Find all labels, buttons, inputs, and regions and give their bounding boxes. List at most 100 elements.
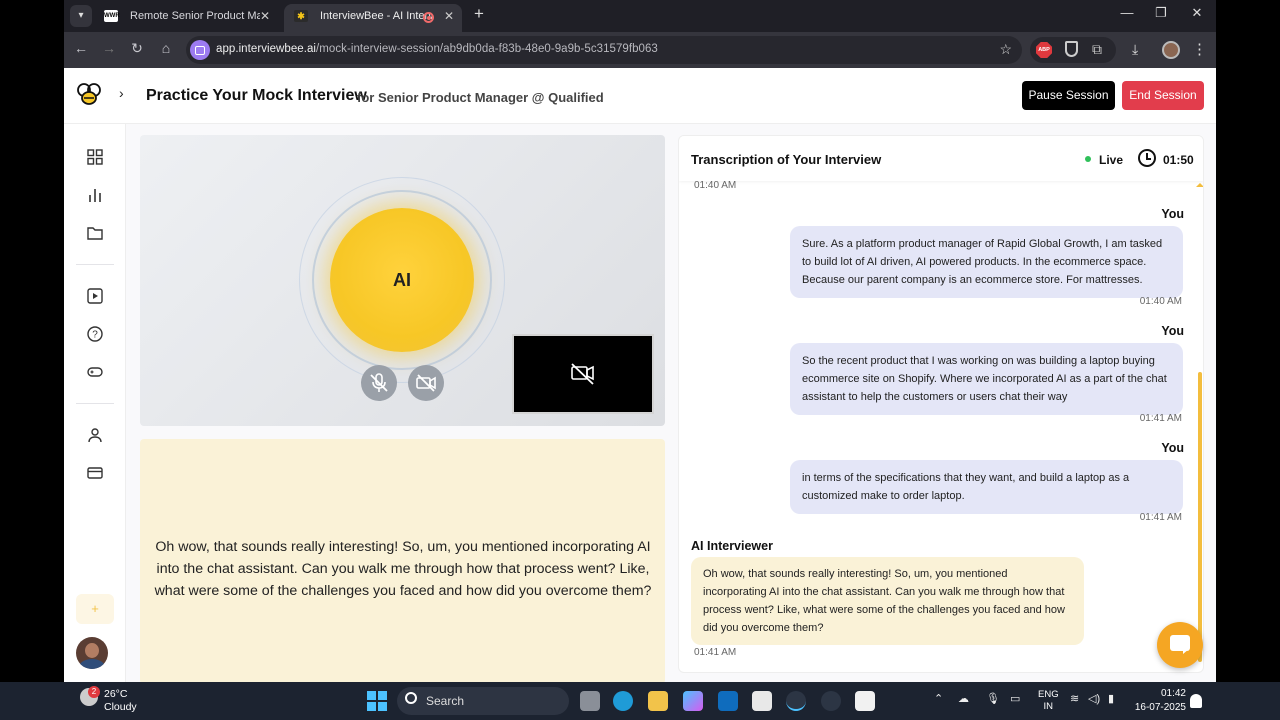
browser-window: ▾ WWR Remote Senior Product Manager ✕ ✱ … xyxy=(64,0,1216,682)
url-text[interactable]: app.interviewbee.ai/mock-interview-sessi… xyxy=(216,43,658,55)
back-icon[interactable]: ← xyxy=(71,40,91,56)
outlook-icon[interactable] xyxy=(718,691,738,711)
chrome-icon[interactable] xyxy=(786,691,806,711)
home-icon[interactable]: ⌂ xyxy=(156,40,176,56)
weather-condition[interactable]: Cloudy xyxy=(104,701,137,713)
message-time: 01:40 AM xyxy=(1139,296,1182,307)
recording-icon xyxy=(423,12,434,23)
chat-support-button[interactable] xyxy=(1157,622,1203,668)
url-host: app.interviewbee.ai xyxy=(216,43,317,55)
wifi-icon[interactable]: ≋ xyxy=(1070,692,1079,705)
ai-question-text: Oh wow, that sounds really interesting! … xyxy=(154,539,652,599)
help-icon[interactable]: ? xyxy=(87,326,103,342)
svg-text:?: ? xyxy=(92,330,98,341)
ai-question-card: Oh wow, that sounds really interesting! … xyxy=(140,439,665,682)
search-icon xyxy=(405,692,417,704)
camera-off-icon xyxy=(416,374,436,392)
forward-icon[interactable]: → xyxy=(99,40,119,56)
video-panel: AI xyxy=(140,135,665,426)
user-message: Sure. As a platform product manager of R… xyxy=(790,226,1183,298)
message-time: 01:40 AM xyxy=(694,180,737,191)
show-hidden-icons[interactable]: ⌃ xyxy=(934,692,943,705)
transcript-scrollbar[interactable] xyxy=(1198,372,1202,662)
pause-session-button[interactable]: Pause Session xyxy=(1022,81,1115,110)
app-header: › Practice Your Mock Interview for Senio… xyxy=(64,68,1216,124)
scroll-up-arrow[interactable] xyxy=(1196,183,1203,187)
extensions-group: ABP ⧉ xyxy=(1030,37,1116,63)
tab-search-dropdown[interactable]: ▾ xyxy=(70,5,92,27)
battery-status-icon[interactable]: ▮ xyxy=(1108,692,1114,705)
start-button[interactable] xyxy=(367,691,387,711)
address-bar[interactable]: app.interviewbee.ai/mock-interview-sessi… xyxy=(186,36,1022,64)
wwr-favicon-icon: WWR xyxy=(104,10,120,22)
language-line-1: ENG xyxy=(1038,689,1059,700)
puzzle-extensions-icon[interactable]: ⧉ xyxy=(1092,41,1102,58)
dashboard-icon[interactable] xyxy=(87,149,103,165)
browser-menu-icon[interactable]: ⋮ xyxy=(1192,40,1207,58)
profile-avatar[interactable] xyxy=(1162,41,1180,59)
taskbar: 2 26°C Cloudy Search ⌃ ☁ 🎙 ▭ ENG IN ≋ ◁) … xyxy=(0,682,1280,720)
message-time: 01:41 AM xyxy=(1139,413,1182,424)
play-icon[interactable] xyxy=(87,288,103,304)
taskbar-search[interactable]: Search xyxy=(397,687,569,715)
site-info-icon[interactable] xyxy=(190,40,210,60)
chrome-profile-icon[interactable] xyxy=(821,691,841,711)
self-camera-view xyxy=(512,334,654,414)
search-label: Search xyxy=(426,694,465,708)
task-view-icon[interactable] xyxy=(580,691,600,711)
temperature[interactable]: 26°C xyxy=(104,688,127,700)
system-date[interactable]: 16-07-2025 xyxy=(1126,702,1186,713)
tab-title: InterviewBee - AI Interview xyxy=(320,10,432,22)
bookmark-star-icon[interactable]: ☆ xyxy=(999,41,1012,58)
gamepad-icon[interactable] xyxy=(87,364,103,380)
microphone-icon[interactable]: 🎙 xyxy=(986,692,1000,705)
folder-icon[interactable] xyxy=(87,225,103,241)
restore-button[interactable]: ❐ xyxy=(1146,5,1176,21)
language-indicator[interactable]: ENG IN xyxy=(1038,689,1059,713)
user-icon[interactable] xyxy=(87,427,103,443)
chart-icon[interactable] xyxy=(87,187,103,203)
tab-title: Remote Senior Product Manager xyxy=(130,10,260,22)
credit-card-icon[interactable] xyxy=(87,465,103,481)
system-time[interactable]: 01:42 xyxy=(1130,688,1186,699)
onedrive-icon[interactable]: ☁ xyxy=(958,692,969,705)
battery-icon[interactable]: ▭ xyxy=(1010,692,1020,705)
camera-off-icon xyxy=(571,363,594,385)
expand-sidebar-icon[interactable]: › xyxy=(119,85,124,101)
edge-icon[interactable] xyxy=(613,691,633,711)
user-message: in terms of the specifications that they… xyxy=(790,460,1183,514)
snipping-tool-icon[interactable] xyxy=(855,691,875,711)
user-avatar[interactable] xyxy=(76,637,108,669)
camera-off-button[interactable] xyxy=(408,365,444,401)
page-subtitle: for Senior Product Manager @ Qualified xyxy=(357,90,604,105)
transcript-panel: Transcription of Your Interview Live 01:… xyxy=(678,135,1204,673)
live-label: Live xyxy=(1099,153,1124,167)
store-icon[interactable] xyxy=(752,691,772,711)
new-tab-button[interactable]: + xyxy=(474,4,484,24)
url-path: /mock-interview-session/ab9db0da-f83b-48… xyxy=(316,43,658,55)
adblock-icon[interactable]: ABP xyxy=(1036,42,1052,58)
mic-off-button[interactable] xyxy=(361,365,397,401)
speaker-label: You xyxy=(1161,324,1184,338)
tab-interviewbee[interactable]: ✱ InterviewBee - AI Interview ✕ xyxy=(284,4,462,32)
add-button[interactable]: + xyxy=(76,594,114,624)
message-time: 01:41 AM xyxy=(694,647,737,658)
file-explorer-icon[interactable] xyxy=(648,691,668,711)
download-icon[interactable]: ⤓ xyxy=(1132,41,1138,58)
volume-icon[interactable]: ◁) xyxy=(1088,692,1100,705)
reload-icon[interactable]: ↻ xyxy=(127,40,147,57)
notification-bell-icon[interactable] xyxy=(1190,694,1202,708)
close-window-button[interactable]: ✕ xyxy=(1182,5,1212,21)
tab-close-icon[interactable]: ✕ xyxy=(444,4,454,28)
message-time: 01:41 AM xyxy=(1139,512,1182,523)
minimize-button[interactable]: — xyxy=(1112,5,1142,20)
tab-close-icon[interactable]: ✕ xyxy=(260,4,270,28)
tab-remote-job[interactable]: WWR Remote Senior Product Manager ✕ xyxy=(94,4,278,32)
clock-icon xyxy=(1138,149,1156,167)
page-title: Practice Your Mock Interview xyxy=(146,87,367,104)
user-message: So the recent product that I was working… xyxy=(790,343,1183,415)
end-session-button[interactable]: End Session xyxy=(1122,81,1204,110)
interviewbee-logo-icon[interactable] xyxy=(76,81,102,107)
copilot-icon[interactable] xyxy=(683,691,703,711)
shield-extension-icon[interactable] xyxy=(1065,41,1078,57)
